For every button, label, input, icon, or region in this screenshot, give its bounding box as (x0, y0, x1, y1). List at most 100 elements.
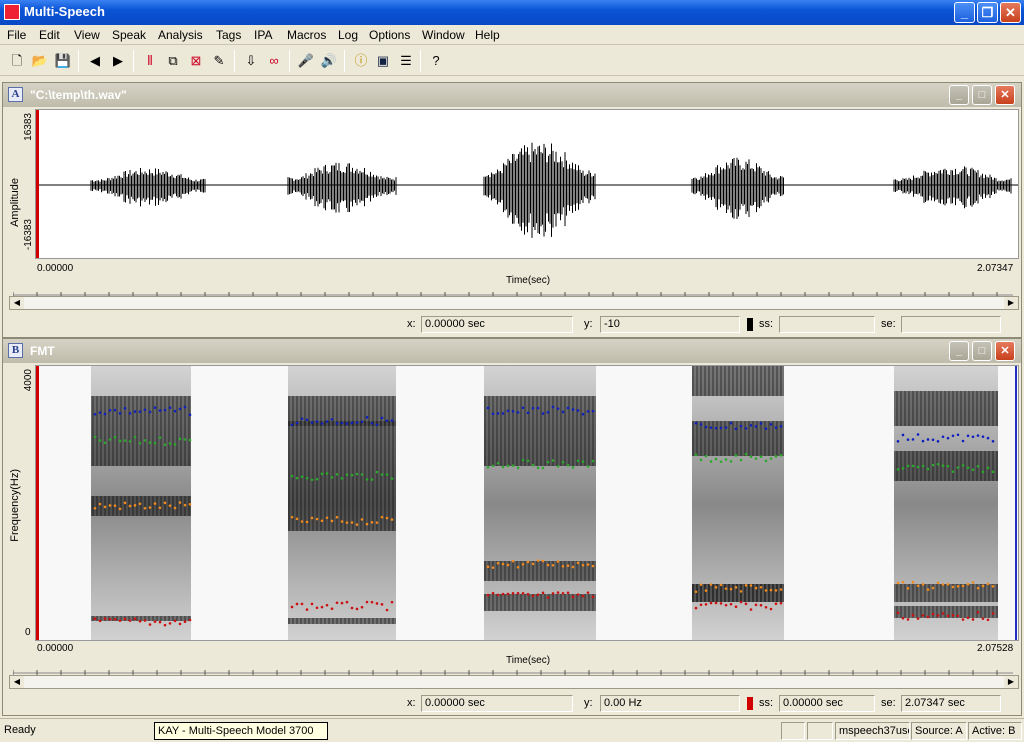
waveform-cursor[interactable] (36, 110, 39, 259)
formant-point (759, 586, 763, 589)
menu-options[interactable]: Options (369, 28, 410, 42)
new-button[interactable]: 🗋 (6, 50, 28, 72)
app-icon[interactable] (4, 4, 20, 20)
spectrogram-plot[interactable] (35, 365, 1019, 641)
formant-point (719, 602, 723, 605)
formant-point (586, 465, 590, 468)
formant-point (551, 563, 555, 567)
formant-point (133, 617, 137, 621)
formant-point (516, 466, 520, 470)
microphone-button[interactable]: 🎤 (295, 50, 317, 72)
close-window-button[interactable]: ⊠ (185, 50, 207, 72)
window-a-title-bar[interactable]: A "C:\temp\th.wav" _ □ ✕ (3, 83, 1021, 107)
formant-point (556, 560, 560, 563)
formant-point (586, 563, 590, 566)
menu-file[interactable]: File (7, 28, 26, 42)
formant-point (936, 581, 940, 585)
menu-window[interactable]: Window (422, 28, 465, 42)
title-bar[interactable]: Multi-Speech _ ❐ ✕ (0, 0, 1024, 25)
help-button[interactable]: ? (425, 50, 447, 72)
copy-window-button[interactable]: ⧉ (162, 50, 184, 72)
close-icon: ✕ (1005, 5, 1016, 20)
info-button[interactable]: ⓘ (350, 50, 372, 72)
spectrogram-cursor-start[interactable] (36, 366, 39, 641)
window-b-title-bar[interactable]: B FMT _ □ ✕ (3, 339, 1021, 363)
formant-point (546, 563, 550, 567)
restore-button[interactable]: ❐ (977, 2, 998, 23)
x-label: x: (407, 697, 416, 709)
formant-point (350, 473, 354, 477)
window-a-close-button[interactable]: ✕ (995, 85, 1015, 105)
formant-point (896, 611, 900, 615)
minimize-button[interactable]: _ (954, 2, 975, 23)
scroll-left-icon[interactable]: ◀ (10, 676, 24, 688)
menu-view[interactable]: View (74, 28, 100, 42)
formant-point (926, 615, 930, 619)
window-a-letter: A (8, 87, 23, 102)
menu-macros[interactable]: Macros (287, 28, 326, 42)
formant-point (340, 520, 344, 523)
menu-ipa[interactable]: IPA (254, 28, 272, 42)
formant-point (143, 619, 147, 622)
eraser-button[interactable]: ✎ (208, 50, 230, 72)
formant-point (380, 515, 384, 519)
save-button[interactable]: 💾 (52, 50, 74, 72)
formant-point (98, 502, 102, 506)
scroll-right-icon[interactable]: ▶ (1004, 297, 1018, 309)
menu-analysis[interactable]: Analysis (158, 28, 203, 42)
menu-edit[interactable]: Edit (39, 28, 60, 42)
menu-help[interactable]: Help (475, 28, 500, 42)
link-button[interactable]: ∞ (263, 50, 285, 72)
formant-point (93, 617, 97, 621)
formant-point (961, 439, 965, 443)
scroll-left-icon[interactable]: ◀ (10, 297, 24, 309)
waveform-scrollbar[interactable]: ◀ ▶ (9, 296, 1019, 310)
formant-point (739, 424, 743, 428)
formant-point (335, 473, 339, 476)
window-a-maximize-button[interactable]: □ (972, 85, 992, 105)
download-button[interactable]: ⇩ (240, 50, 262, 72)
window-b-maximize-button[interactable]: □ (972, 341, 992, 361)
waveform-plot[interactable] (35, 109, 1019, 259)
formant-point (315, 606, 319, 610)
back-button[interactable]: ◀ (84, 50, 106, 72)
spectrogram-time-end: 2.07528 (977, 643, 1014, 654)
formant-point (295, 421, 299, 425)
formant-point (906, 438, 910, 441)
spectrum-button[interactable]: ⦀ (139, 50, 161, 72)
formant-point (305, 608, 309, 611)
spectrogram-scrollbar[interactable]: ◀ ▶ (9, 675, 1019, 689)
menu-tags[interactable]: Tags (216, 28, 241, 42)
forward-button[interactable]: ▶ (107, 50, 129, 72)
formant-point (956, 466, 960, 469)
speaker-icon: 🔊 (320, 53, 338, 68)
formant-point (168, 442, 172, 445)
formant-point (941, 435, 945, 439)
list-button[interactable]: ☰ (395, 50, 417, 72)
window-b-minimize-button[interactable]: _ (949, 341, 969, 361)
energy-column (288, 366, 396, 640)
toolbar-separator (133, 50, 134, 72)
window-a-minimize-button[interactable]: _ (949, 85, 969, 105)
formant-point (749, 608, 753, 611)
menu-log[interactable]: Log (338, 28, 358, 42)
formant-point (536, 559, 540, 562)
formant-point (188, 502, 192, 506)
formant-point (128, 412, 132, 415)
menu-speak[interactable]: Speak (112, 28, 146, 42)
window-a-waveform: A "C:\temp\th.wav" _ □ ✕ Amplitude 16383… (2, 82, 1022, 338)
formant-point (911, 464, 915, 468)
display-button[interactable]: ▣ (372, 50, 394, 72)
formant-point (591, 564, 595, 568)
close-button[interactable]: ✕ (1000, 2, 1021, 23)
speaker-button[interactable]: 🔊 (318, 50, 340, 72)
formant-point (365, 416, 369, 419)
window-b-close-button[interactable]: ✕ (995, 341, 1015, 361)
formant-point (966, 466, 970, 470)
spectrogram-cursor-end[interactable] (1015, 366, 1017, 641)
scroll-right-icon[interactable]: ▶ (1004, 676, 1018, 688)
toolbar-separator (420, 50, 421, 72)
formant-point (779, 601, 783, 605)
open-button[interactable]: 📂 (29, 50, 51, 72)
formant-point (536, 466, 540, 470)
